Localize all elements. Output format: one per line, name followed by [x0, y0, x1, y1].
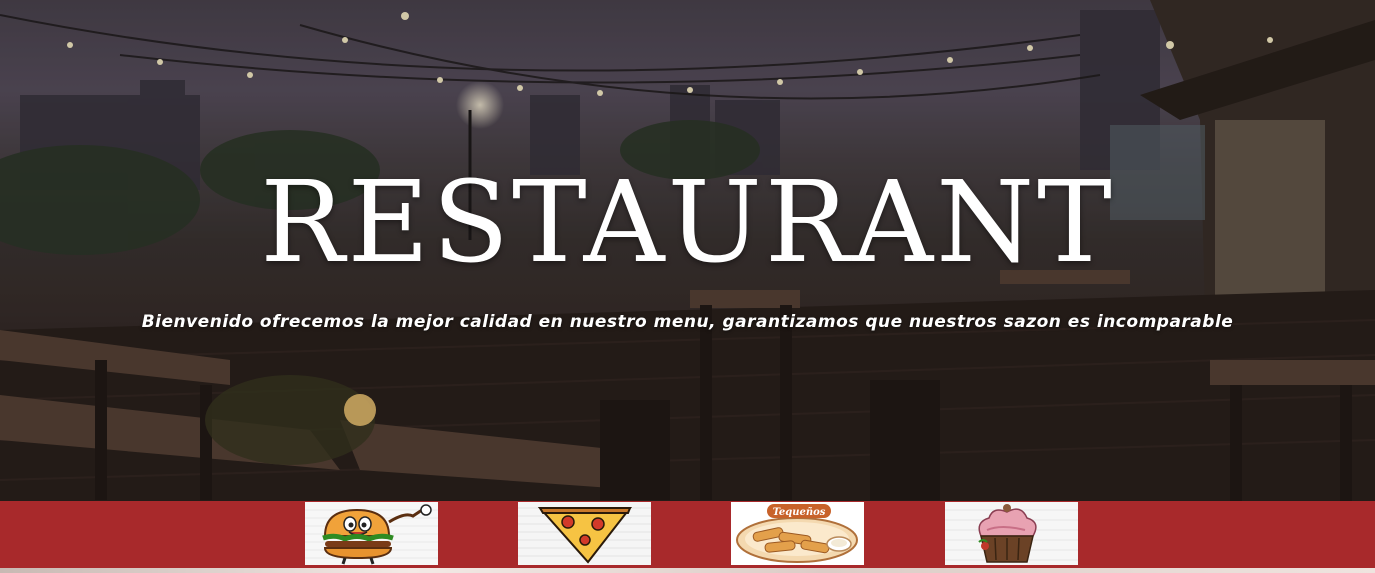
- menu-category-bar: Tequeños: [0, 501, 1375, 573]
- hero-subtitle: Bienvenido ofrecemos la mejor calidad en…: [141, 312, 1234, 332]
- menu-item-cupcake[interactable]: [945, 502, 1078, 565]
- menu-item-pizza[interactable]: [518, 502, 651, 565]
- tequenos-label: Tequeños: [773, 507, 826, 518]
- burger-icon: [305, 502, 438, 565]
- bottom-strip: [0, 568, 1375, 573]
- pizza-icon: [518, 502, 651, 565]
- menu-item-burger[interactable]: [305, 502, 438, 565]
- hero-banner: RESTAURANT Bienvenido ofrecemos la mejor…: [0, 0, 1375, 501]
- tequenos-icon: Tequeños: [731, 502, 864, 565]
- cupcake-icon: [945, 502, 1078, 565]
- hero-title: RESTAURANT: [260, 158, 1115, 288]
- menu-item-tequenos[interactable]: Tequeños: [731, 502, 864, 565]
